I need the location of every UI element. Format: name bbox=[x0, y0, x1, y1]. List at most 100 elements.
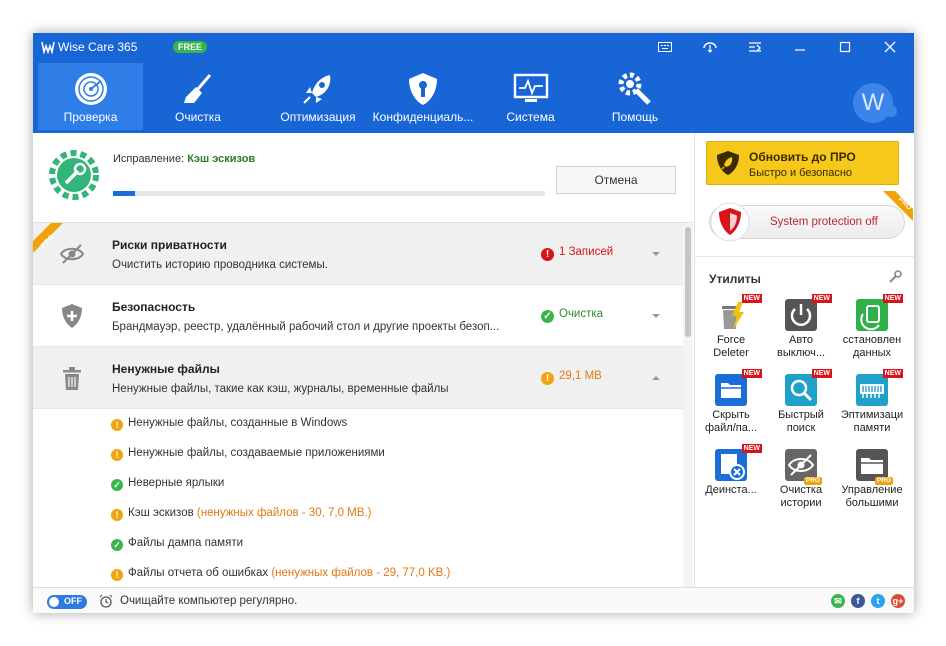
tool-badge: NEW bbox=[741, 444, 762, 453]
warning-icon: ! bbox=[111, 569, 123, 581]
tool-label: Быстрый поиск bbox=[778, 409, 824, 434]
keyboard-icon[interactable] bbox=[654, 37, 676, 57]
tools-icon bbox=[618, 72, 651, 105]
tool-badge: NEW bbox=[741, 369, 762, 378]
message-icon[interactable]: ✉ bbox=[831, 594, 845, 608]
scan-status-text: Исправление: Кэш эскизов bbox=[113, 153, 255, 165]
tab-label: Система bbox=[506, 110, 555, 124]
auto-clean-toggle[interactable]: OFF bbox=[47, 595, 87, 609]
tool-quick-search[interactable]: NEW Быстрый поиск bbox=[767, 369, 835, 436]
toggle-label: OFF bbox=[64, 596, 82, 606]
app-logo-icon bbox=[41, 41, 55, 54]
status-text: Очищайте компьютер регулярно. bbox=[120, 595, 298, 607]
monitor-icon bbox=[513, 73, 548, 102]
tool-badge: NEW bbox=[811, 369, 832, 378]
shield-off-icon bbox=[710, 202, 750, 242]
tool-label: Эптимизаци памяти bbox=[840, 409, 904, 434]
warning-icon: ! bbox=[111, 449, 123, 461]
result-row-privacy[interactable]: PRO Риски приватности Очистить историю п… bbox=[33, 223, 683, 285]
search-icon bbox=[785, 374, 817, 406]
header: Wise Care 365 FREE Проверка Очистка Опти… bbox=[33, 33, 914, 133]
tab-label: Конфиденциаль... bbox=[372, 110, 474, 124]
wrench-icon[interactable] bbox=[888, 270, 902, 284]
skin-menu-icon[interactable] bbox=[744, 37, 766, 57]
sub-item: ! Кэш эскизов (ненужных файлов - 30, 7,0 … bbox=[111, 507, 371, 521]
tab-privacy[interactable]: Конфиденциаль... bbox=[368, 63, 478, 130]
chevron-down-icon[interactable] bbox=[651, 249, 661, 259]
tab-help[interactable]: Помощь bbox=[585, 63, 685, 130]
sub-item: ! Ненужные файлы, создаваемые приложениям… bbox=[111, 447, 385, 461]
row-status-text: Очистка bbox=[559, 308, 604, 320]
scrollbar[interactable] bbox=[683, 223, 693, 587]
maximize-button[interactable] bbox=[834, 37, 856, 57]
tool-badge: NEW bbox=[811, 294, 832, 303]
check-icon: ✓ bbox=[111, 479, 123, 491]
tool-label: Скрыть файл/па... bbox=[704, 409, 758, 434]
radar-icon bbox=[74, 73, 107, 105]
trash-icon bbox=[63, 367, 81, 390]
utilities-title: Утилиты bbox=[709, 272, 761, 286]
scrollbar-thumb[interactable] bbox=[685, 227, 691, 337]
scan-progress-fill bbox=[113, 191, 135, 196]
tool-force-deleter[interactable]: NEW Force Deleter bbox=[697, 294, 765, 361]
sidebar: Обновить до ПРО Быстро и безопасно Syste… bbox=[694, 133, 914, 587]
result-row-security[interactable]: Безопасность Брандмауэр, реестр, удалённ… bbox=[33, 285, 683, 347]
chevron-up-icon[interactable] bbox=[651, 373, 661, 383]
result-row-junk-files[interactable]: Ненужные файлы Ненужные файлы, такие как… bbox=[33, 347, 683, 409]
twitter-icon[interactable]: t bbox=[871, 594, 885, 608]
upgrade-pro-button[interactable]: Обновить до ПРО Быстро и безопасно bbox=[706, 141, 899, 185]
tool-auto-shutdown[interactable]: NEW Авто выключ... bbox=[767, 294, 835, 361]
close-button[interactable] bbox=[879, 37, 901, 57]
warning-icon: ! bbox=[111, 509, 123, 521]
rocket-icon bbox=[303, 75, 331, 104]
tool-memory-optimizer[interactable]: NEW Эптимизаци памяти bbox=[838, 369, 906, 436]
tool-uninstaller[interactable]: NEW Деинста... bbox=[697, 444, 765, 511]
broom-icon bbox=[184, 74, 212, 103]
minimize-button[interactable] bbox=[789, 37, 811, 57]
tab-system[interactable]: Система bbox=[478, 63, 583, 130]
tool-label: Управление большими bbox=[841, 484, 903, 509]
avatar[interactable]: W bbox=[853, 83, 893, 123]
sub-item-text: Файлы дампа памяти bbox=[128, 537, 244, 549]
scan-progress-bar bbox=[113, 191, 545, 196]
tool-label: Деинста... bbox=[705, 484, 757, 496]
tool-history-cleaner[interactable]: PRO Очистка истории bbox=[767, 448, 835, 511]
toggle-knob bbox=[49, 597, 59, 607]
status-bar: OFF Очищайте компьютер регулярно. ✉ f t … bbox=[33, 587, 914, 613]
google-plus-icon[interactable]: g+ bbox=[891, 594, 905, 608]
tool-large-files[interactable]: PRO Управление большими bbox=[838, 448, 906, 511]
settings-share-icon[interactable] bbox=[699, 37, 721, 57]
facebook-icon[interactable]: f bbox=[851, 594, 865, 608]
scan-status-prefix: Исправление: bbox=[113, 153, 188, 165]
tab-cleanup[interactable]: Очистка bbox=[148, 63, 248, 130]
privacy-shield-icon bbox=[409, 73, 437, 105]
repair-gear-icon bbox=[49, 150, 99, 200]
sub-item: ✓ Неверные ярлыки bbox=[111, 477, 224, 491]
row-status-text: 1 Записей bbox=[559, 246, 614, 258]
tool-data-recovery[interactable]: NEW сстановлен данных bbox=[838, 294, 906, 361]
title-bar: Wise Care 365 FREE bbox=[33, 33, 914, 61]
memory-icon bbox=[856, 374, 888, 406]
pro-corner-badge: PRO bbox=[883, 191, 913, 221]
tool-badge: PRO bbox=[874, 477, 893, 485]
cancel-button[interactable]: Отмена bbox=[556, 166, 676, 194]
chevron-down-icon[interactable] bbox=[651, 311, 661, 321]
tab-scan[interactable]: Проверка bbox=[38, 63, 143, 130]
row-title: Риски приватности bbox=[112, 238, 227, 252]
tool-badge: NEW bbox=[882, 294, 903, 303]
row-status: ! 29,1 MB bbox=[541, 370, 602, 385]
system-protection-label: System protection off bbox=[770, 216, 878, 228]
row-status: ✓ Очистка bbox=[541, 308, 603, 323]
row-description: Брандмауэр, реестр, удалённый рабочий ст… bbox=[112, 321, 500, 333]
sub-item: ! Ненужные файлы, созданные в Windows bbox=[111, 417, 347, 431]
tab-optimize[interactable]: Оптимизация bbox=[263, 63, 373, 130]
sub-item-text: Кэш эскизов bbox=[128, 507, 197, 519]
tool-hide-files[interactable]: NEW Скрыть файл/па... bbox=[697, 369, 765, 436]
tab-label: Проверка bbox=[63, 110, 118, 124]
force-delete-icon bbox=[722, 302, 744, 330]
scan-progress-area: Исправление: Кэш эскизов Отмена bbox=[33, 133, 693, 223]
check-icon: ✓ bbox=[541, 310, 554, 323]
divider bbox=[695, 256, 914, 257]
row-status-text: 29,1 MB bbox=[559, 370, 602, 382]
row-title: Ненужные файлы bbox=[112, 362, 220, 376]
